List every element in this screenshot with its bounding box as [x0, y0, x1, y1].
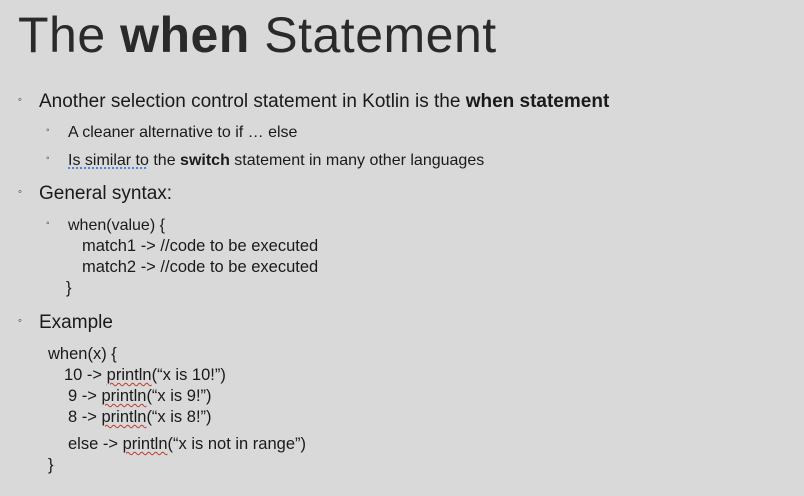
bullet-icon: ◦ [46, 125, 50, 136]
syntax-line: when(value) { [68, 217, 165, 235]
spellcheck-flag-text: println [101, 387, 147, 405]
bullet-icon: ◦ [18, 94, 22, 106]
bullet-text: General syntax: [39, 183, 173, 205]
subbullet-text: statement in many other languages [229, 152, 485, 170]
bullet-icon: ◦ [46, 153, 50, 164]
bullet-icon: ◦ [18, 186, 22, 198]
grammar-flag-text: Is similar to [68, 152, 149, 170]
code-text: 10 -> [64, 366, 107, 384]
spellcheck-flag-text: println [106, 366, 152, 384]
syntax-line: match1 -> //code to be executed [82, 237, 319, 255]
spellcheck-flag-text: println [101, 408, 147, 426]
title-keyword: when [120, 7, 250, 63]
example-line: 10 -> println(“x is 10!”) [64, 365, 226, 386]
bullet-example: ◦ Example [18, 311, 113, 335]
subbullet-syntax-code: ◦ when(value) { [46, 216, 165, 236]
syntax-line: match2 -> //code to be executed [82, 258, 319, 276]
subbullet-cleaner-alternative: ◦ A cleaner alternative to if … else [46, 123, 297, 143]
syntax-line: } [66, 279, 72, 297]
title-suffix: Statement [249, 7, 497, 63]
bullet-text: Another selection control statement in K… [39, 91, 466, 113]
code-text: else -> [68, 435, 123, 453]
code-text: (“x is 9!”) [146, 387, 212, 405]
bullet-text: Example [39, 312, 113, 334]
example-line: else -> println(“x is not in range”) [68, 434, 306, 455]
bullet-icon: ◦ [46, 218, 50, 229]
example-line: when(x) { [48, 345, 117, 363]
bullet-icon: ◦ [18, 315, 22, 327]
bullet-bold-text: when statement [465, 91, 610, 113]
code-text: (“x is not in range”) [167, 435, 306, 453]
slide: The when Statement ◦ Another selection co… [0, 0, 804, 496]
bullet-when-statement: ◦ Another selection control statement in … [18, 90, 609, 114]
spellcheck-flag-text: println [122, 435, 168, 453]
subbullet-similar-to-switch: ◦ Is similar to the switch statement in m… [46, 151, 484, 171]
code-text: (“x is 10!”) [151, 366, 226, 384]
example-line: 9 -> println(“x is 9!”) [68, 386, 212, 407]
subbullet-text: A cleaner alternative to if … else [68, 124, 298, 142]
bullet-general-syntax: ◦ General syntax: [18, 182, 172, 206]
example-line: } [48, 456, 54, 474]
code-text: 8 -> [68, 408, 102, 426]
subbullet-text: the [148, 152, 181, 170]
example-line: 8 -> println(“x is 8!”) [68, 407, 212, 428]
slide-title: The when Statement [18, 4, 497, 66]
code-text: 9 -> [68, 387, 102, 405]
title-prefix: The [18, 7, 121, 63]
code-text: (“x is 8!”) [146, 408, 212, 426]
switch-keyword: switch [180, 152, 230, 170]
